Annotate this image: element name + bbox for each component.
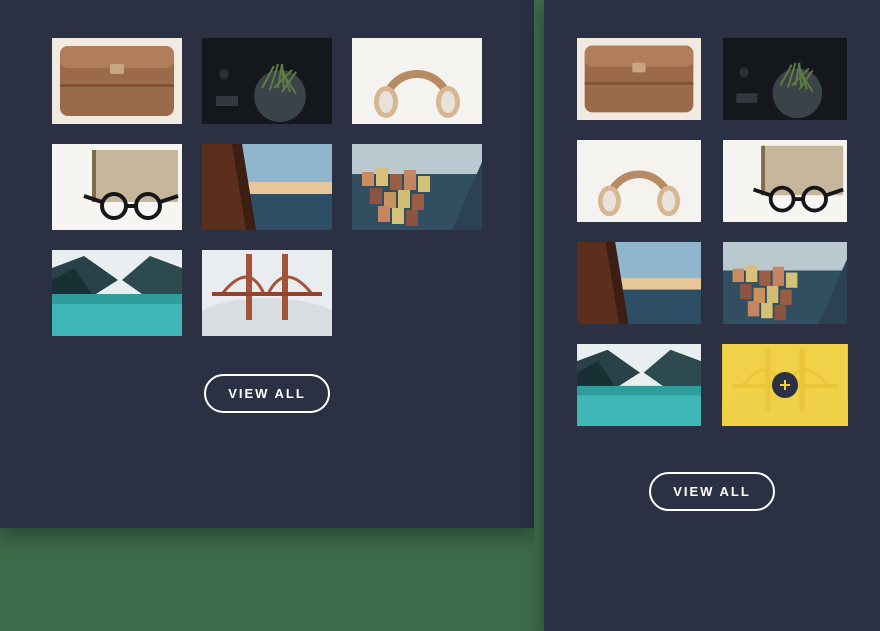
village-icon bbox=[352, 144, 482, 230]
plant-icon bbox=[202, 38, 332, 124]
gallery-thumb-lake[interactable] bbox=[576, 344, 702, 426]
panel-divider bbox=[534, 0, 544, 603]
gallery-thumb-headphones[interactable] bbox=[576, 140, 702, 222]
cliff-icon bbox=[576, 242, 702, 324]
gallery-thumb-headphones[interactable] bbox=[352, 38, 482, 124]
lake-icon bbox=[52, 250, 182, 336]
bag-icon bbox=[576, 38, 702, 120]
gallery-thumb-glasses[interactable] bbox=[52, 144, 182, 230]
gallery-panel-desktop: VIEW ALL bbox=[0, 0, 534, 528]
headphones-icon bbox=[576, 140, 702, 222]
gallery-thumb-plant[interactable] bbox=[722, 38, 848, 120]
zoom-button[interactable] bbox=[772, 372, 798, 398]
gallery-thumb-plant[interactable] bbox=[202, 38, 332, 124]
image-grid bbox=[27, 28, 507, 346]
glasses-icon bbox=[52, 144, 182, 230]
headphones-icon bbox=[352, 38, 482, 124]
image-grid bbox=[562, 28, 862, 436]
gallery-thumb-cliff[interactable] bbox=[576, 242, 702, 324]
bridge-icon bbox=[202, 250, 332, 336]
gallery-thumb-glasses[interactable] bbox=[722, 140, 848, 222]
cliff-icon bbox=[202, 144, 332, 230]
view-all-button[interactable]: VIEW ALL bbox=[204, 374, 330, 413]
village-icon bbox=[722, 242, 848, 324]
gallery-thumb-bag[interactable] bbox=[52, 38, 182, 124]
gallery-thumb-cliff[interactable] bbox=[202, 144, 332, 230]
bag-icon bbox=[52, 38, 182, 124]
gallery-thumb-bag[interactable] bbox=[576, 38, 702, 120]
gallery-thumb-village[interactable] bbox=[722, 242, 848, 324]
plus-icon bbox=[779, 379, 791, 391]
glasses-icon bbox=[722, 140, 848, 222]
lake-icon bbox=[576, 344, 702, 426]
gallery-thumb-village[interactable] bbox=[352, 144, 482, 230]
gallery-thumb-lake[interactable] bbox=[52, 250, 182, 336]
plant-icon bbox=[722, 38, 848, 120]
view-all-button[interactable]: VIEW ALL bbox=[649, 472, 775, 511]
gallery-thumb-bridge-hover[interactable] bbox=[722, 344, 848, 426]
gallery-panel-mobile: VIEW ALL bbox=[544, 0, 880, 631]
gallery-thumb-bridge[interactable] bbox=[202, 250, 332, 336]
